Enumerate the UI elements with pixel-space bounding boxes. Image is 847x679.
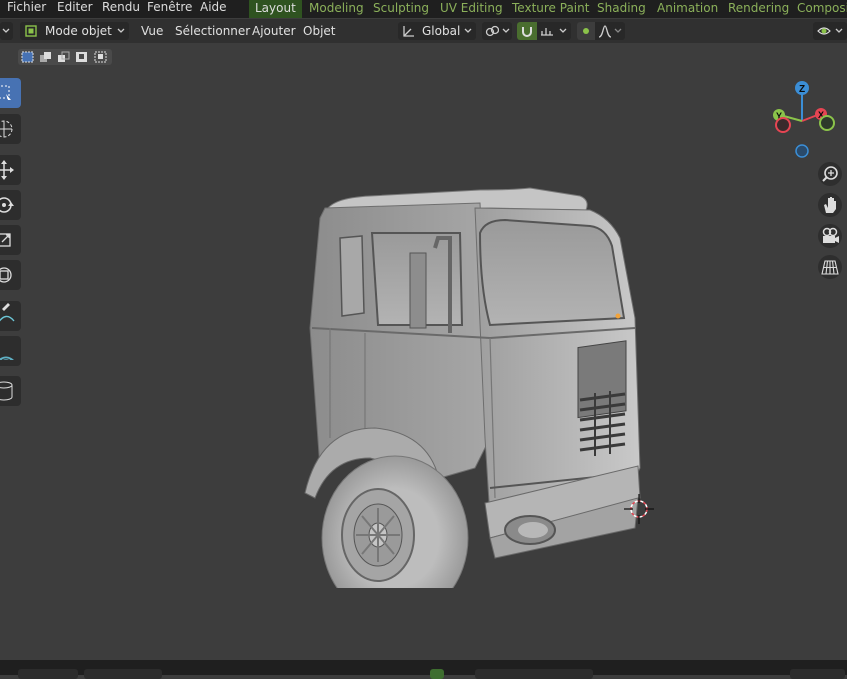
- camera-icon: [822, 227, 839, 243]
- tab-modeling[interactable]: Modeling: [303, 0, 370, 18]
- rotate-icon: [0, 197, 14, 213]
- proportional-toggle[interactable]: [577, 22, 595, 40]
- viewport-header: Mode objet Vue Sélectionner Ajouter Obje…: [0, 19, 847, 43]
- axis-neg-x-ball[interactable]: [775, 117, 791, 133]
- 3d-viewport[interactable]: Z X Y: [0, 43, 847, 660]
- axis-z-label: Z: [799, 84, 805, 95]
- measure-icon: [0, 356, 14, 361]
- select-extend-icon[interactable]: [39, 51, 52, 63]
- select-new-icon[interactable]: [21, 51, 34, 63]
- menu-objet[interactable]: Objet: [303, 23, 335, 39]
- 3d-cursor-icon[interactable]: [624, 494, 654, 524]
- menu-fenetre[interactable]: Fenêtre: [147, 0, 192, 16]
- falloff-curve-icon[interactable]: [598, 24, 612, 38]
- tool-annotate[interactable]: [0, 301, 21, 331]
- grid-icon: [821, 260, 839, 275]
- tool-add-cube[interactable]: [0, 376, 21, 406]
- camera-view-button[interactable]: [818, 224, 842, 248]
- zoom-icon: [822, 166, 838, 182]
- tool-measure[interactable]: [0, 336, 21, 366]
- current-frame-field[interactable]: [790, 669, 845, 679]
- axis-neg-z-ball[interactable]: [795, 144, 809, 158]
- auto-keying-toggle[interactable]: [430, 669, 444, 679]
- select-invert-icon[interactable]: [75, 51, 88, 63]
- tab-compositing[interactable]: Compositi: [791, 0, 847, 18]
- tool-cursor[interactable]: [0, 114, 21, 144]
- tab-rendering[interactable]: Rendering: [722, 0, 795, 18]
- object-mode-icon: [25, 25, 37, 37]
- visibility-dropdown[interactable]: [813, 22, 847, 40]
- cursor-icon: [0, 120, 13, 138]
- timeline-keying-dropdown[interactable]: [84, 669, 162, 679]
- chevron-down-icon: [464, 28, 472, 33]
- menu-editer[interactable]: Editer: [57, 0, 93, 16]
- selection-mode-bar: [18, 49, 112, 65]
- snap-increment-icon[interactable]: [540, 25, 554, 37]
- proportional-edit-icon: [583, 28, 589, 34]
- chevron-down-icon: [614, 28, 622, 33]
- chevron-down-icon: [559, 28, 567, 33]
- eye-icon: [817, 27, 831, 35]
- timeline-header: [0, 660, 847, 679]
- axis-neg-y-ball[interactable]: [819, 115, 835, 131]
- top-menubar: Fichier Editer Rendu Fenêtre Aide Layout…: [0, 0, 847, 18]
- select-intersect-icon[interactable]: [94, 51, 107, 63]
- editor-type-dropdown[interactable]: [0, 22, 13, 40]
- menu-ajouter[interactable]: Ajouter: [252, 23, 296, 39]
- navigation-gizmo[interactable]: Z X Y: [766, 79, 836, 159]
- menu-aide[interactable]: Aide: [200, 0, 227, 16]
- chevron-down-icon: [117, 28, 125, 33]
- orientation-dropdown[interactable]: Global: [398, 22, 476, 40]
- playback-controls[interactable]: [475, 669, 593, 679]
- tool-transform[interactable]: [0, 260, 21, 290]
- menu-vue[interactable]: Vue: [141, 23, 163, 39]
- hand-pan-icon: [824, 197, 836, 213]
- add-cube-icon: [0, 381, 13, 401]
- pan-button[interactable]: [818, 193, 842, 217]
- mode-dropdown[interactable]: Mode objet: [20, 22, 129, 40]
- magnet-icon: [522, 27, 532, 37]
- tool-move[interactable]: [0, 155, 21, 185]
- perspective-toggle-button[interactable]: [818, 255, 842, 279]
- menu-selectionner[interactable]: Sélectionner: [175, 23, 250, 39]
- snap-toggle[interactable]: [517, 22, 537, 40]
- proportional-editing-group: [577, 22, 625, 40]
- menu-rendu[interactable]: Rendu: [102, 0, 140, 16]
- tab-animation[interactable]: Animation: [651, 0, 724, 18]
- chevron-down-icon: [2, 28, 10, 33]
- annotate-icon: [0, 303, 15, 322]
- chevron-down-icon: [835, 28, 843, 33]
- link-icon: [485, 25, 499, 37]
- tab-shading[interactable]: Shading: [591, 0, 652, 18]
- orientation-label: Global: [422, 24, 461, 38]
- move-icon: [0, 160, 14, 180]
- zoom-button[interactable]: [818, 162, 842, 186]
- tab-uv-editing[interactable]: UV Editing: [434, 0, 509, 18]
- snapping-group: [517, 22, 571, 40]
- tool-scale[interactable]: [0, 225, 21, 255]
- selection-origin-dot: [615, 313, 621, 319]
- chevron-down-icon: [502, 28, 510, 33]
- tab-sculpting[interactable]: Sculpting: [367, 0, 435, 18]
- timeline-playback-dropdown[interactable]: [18, 669, 78, 679]
- menu-fichier[interactable]: Fichier: [7, 0, 46, 16]
- mode-label: Mode objet: [45, 24, 112, 38]
- select-subtract-icon[interactable]: [57, 51, 70, 63]
- pivot-point-dropdown[interactable]: [482, 22, 512, 40]
- truck-cab-model[interactable]: [290, 138, 660, 588]
- scale-icon: [0, 233, 11, 247]
- transform-icon: [0, 267, 12, 283]
- select-box-icon: [0, 85, 11, 100]
- tab-texture-paint[interactable]: Texture Paint: [506, 0, 595, 18]
- tab-layout[interactable]: Layout: [249, 0, 302, 18]
- tool-rotate[interactable]: [0, 190, 21, 220]
- transform-orientation-icon: [403, 26, 414, 37]
- tool-select-box[interactable]: [0, 78, 21, 108]
